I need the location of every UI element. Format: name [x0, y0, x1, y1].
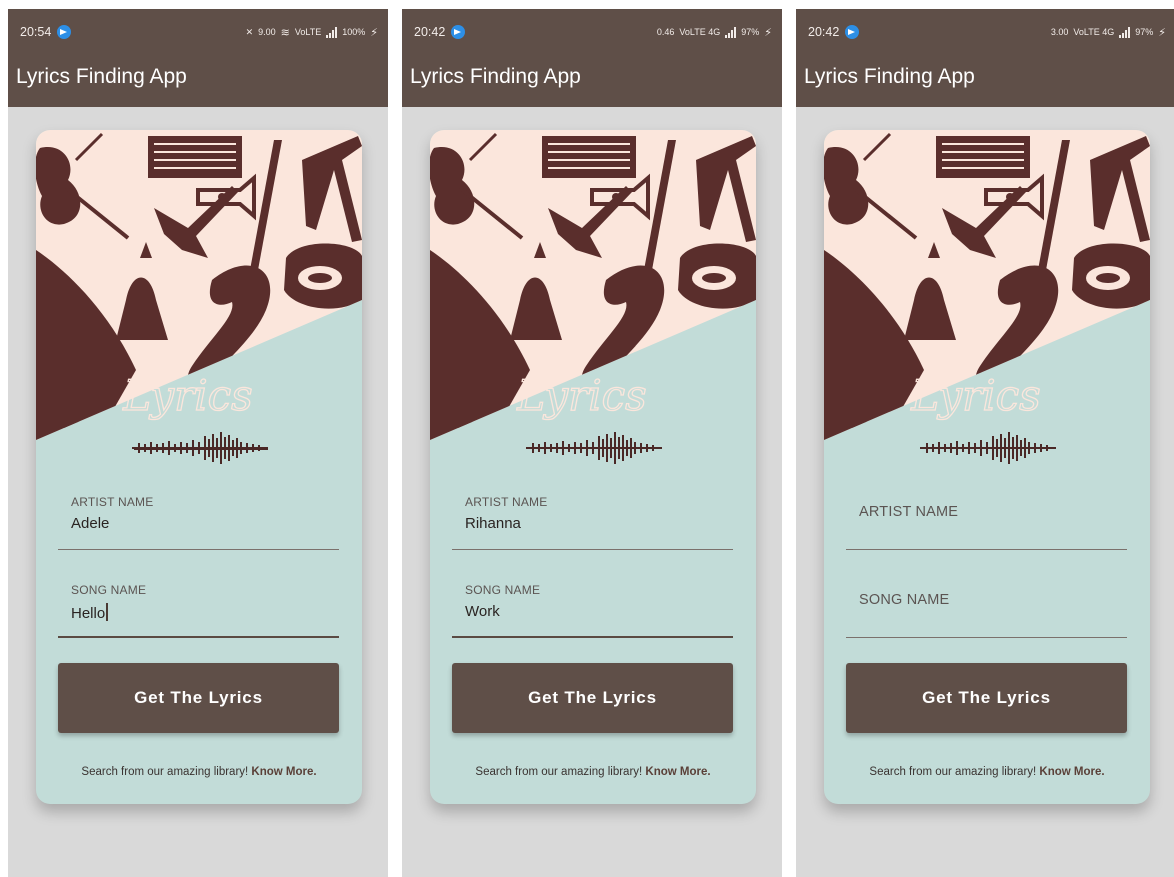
song-name-label: SONG NAME: [71, 583, 147, 597]
get-lyrics-button[interactable]: Get The Lyrics: [846, 663, 1127, 733]
alarm-off-icon: ✕: [245, 26, 254, 37]
volte-label: VoLTE 4G: [679, 27, 721, 37]
know-more-link[interactable]: Know More.: [251, 766, 316, 778]
footer-note: Search from our amazing library! Know Mo…: [430, 766, 756, 778]
artist-name-label: ARTIST NAME: [859, 504, 959, 520]
status-bar: 20:42 3.00 VoLTE 4G 97% ⚡: [796, 9, 1174, 55]
artist-name-label: ARTIST NAME: [71, 495, 154, 509]
artist-name-field[interactable]: ARTIST NAME Adele: [58, 482, 339, 550]
song-name-field[interactable]: SONG NAME: [846, 570, 1127, 638]
app-bar: Lyrics Finding App: [8, 55, 388, 107]
footer-note: Search from our amazing library! Know Mo…: [824, 766, 1150, 778]
get-lyrics-button[interactable]: Get The Lyrics: [452, 663, 733, 733]
piano-icon: [148, 136, 242, 178]
search-card: Lyrics ARTIST NAME Rihanna SONG NAME Wor…: [430, 130, 756, 804]
app-title: Lyrics Finding App: [16, 65, 187, 88]
battery-level: 100%: [342, 27, 366, 37]
status-bar: 20:42 0.46 VoLTE 4G 97% ⚡: [402, 9, 782, 55]
volte-label: VoLTE: [294, 27, 322, 37]
volte-label: VoLTE 4G: [1073, 27, 1115, 37]
get-lyrics-button[interactable]: Get The Lyrics: [58, 663, 339, 733]
search-card: Lyrics ARTIST NAME: [824, 130, 1150, 804]
charging-icon: ⚡: [764, 26, 772, 39]
lyrics-logo-text: Lyrics: [122, 371, 252, 420]
know-more-link[interactable]: Know More.: [1039, 766, 1104, 778]
app-bar: Lyrics Finding App: [402, 55, 782, 107]
net-speed: 9.00: [258, 27, 276, 37]
instruments-banner: Lyrics: [824, 130, 1150, 450]
status-icons: ✕ 9.00 ≋ VoLTE 100% ⚡: [246, 26, 378, 39]
footer-note: Search from our amazing library! Know Mo…: [36, 766, 362, 778]
footer-text: Search from our amazing library!: [475, 766, 646, 778]
net-speed: 0.46: [656, 27, 675, 37]
artist-name-value: Rihanna: [465, 515, 521, 532]
telegram-notification-icon: [845, 25, 860, 39]
sound-wave-graphic: [920, 432, 1056, 464]
song-name-field[interactable]: SONG NAME Hello: [58, 570, 339, 638]
phone-screen-2: 20:42 0.46 VoLTE 4G 97% ⚡ Lyrics Finding…: [402, 9, 782, 877]
lyrics-logo-text: Lyrics: [516, 371, 646, 420]
phone-screen-1: 20:54 ✕ 9.00 ≋ VoLTE 100% ⚡ Lyrics Findi…: [8, 9, 388, 877]
piano-icon: [936, 136, 1030, 178]
song-name-value: Hello: [71, 603, 108, 622]
charging-icon: ⚡: [1158, 26, 1166, 39]
app-title: Lyrics Finding App: [804, 65, 975, 88]
net-speed: 3.00: [1050, 27, 1069, 37]
status-bar: 20:54 ✕ 9.00 ≋ VoLTE 100% ⚡: [8, 9, 388, 55]
lyrics-logo-text: Lyrics: [910, 371, 1040, 420]
status-icons: 0.46 VoLTE 4G 97% ⚡: [657, 26, 772, 39]
song-name-value: Work: [465, 603, 500, 620]
footer-text: Search from our amazing library!: [869, 766, 1040, 778]
know-more-link[interactable]: Know More.: [645, 766, 710, 778]
signal-icon: [1119, 26, 1131, 38]
song-name-label: SONG NAME: [465, 583, 541, 597]
battery-level: 97%: [741, 27, 760, 37]
app-title: Lyrics Finding App: [410, 65, 581, 88]
status-icons: 3.00 VoLTE 4G 97% ⚡: [1051, 26, 1166, 39]
app-bar: Lyrics Finding App: [796, 55, 1174, 107]
status-time: 20:42: [808, 25, 840, 39]
footer-text: Search from our amazing library!: [81, 766, 252, 778]
signal-icon: [326, 26, 338, 38]
artist-name-value: Adele: [71, 515, 110, 532]
instruments-banner: Lyrics: [36, 130, 362, 450]
song-name-text: Hello: [71, 605, 106, 622]
piano-icon: [542, 136, 636, 178]
telegram-notification-icon: [57, 25, 72, 39]
search-card: Lyrics ARTIST NAME: [36, 130, 362, 804]
song-name-field[interactable]: SONG NAME Work: [452, 570, 733, 638]
text-cursor: [106, 603, 108, 621]
artist-name-label: ARTIST NAME: [465, 495, 548, 509]
status-time: 20:54: [20, 25, 52, 39]
signal-icon: [725, 26, 737, 38]
screenshot-stage: 20:54 ✕ 9.00 ≋ VoLTE 100% ⚡ Lyrics Findi…: [0, 0, 1174, 877]
artist-name-field[interactable]: ARTIST NAME: [846, 482, 1127, 550]
phone-screen-3: 20:42 3.00 VoLTE 4G 97% ⚡ Lyrics Finding…: [796, 9, 1174, 877]
instruments-banner: Lyrics: [430, 130, 756, 450]
battery-level: 97%: [1135, 27, 1154, 37]
song-name-label: SONG NAME: [859, 592, 950, 608]
wifi-icon: ≋: [280, 26, 290, 39]
telegram-notification-icon: [451, 25, 466, 39]
artist-name-field[interactable]: ARTIST NAME Rihanna: [452, 482, 733, 550]
status-time: 20:42: [414, 25, 446, 39]
charging-icon: ⚡: [370, 26, 378, 39]
sound-wave-graphic: [526, 432, 662, 464]
sound-wave-graphic: [132, 432, 268, 464]
